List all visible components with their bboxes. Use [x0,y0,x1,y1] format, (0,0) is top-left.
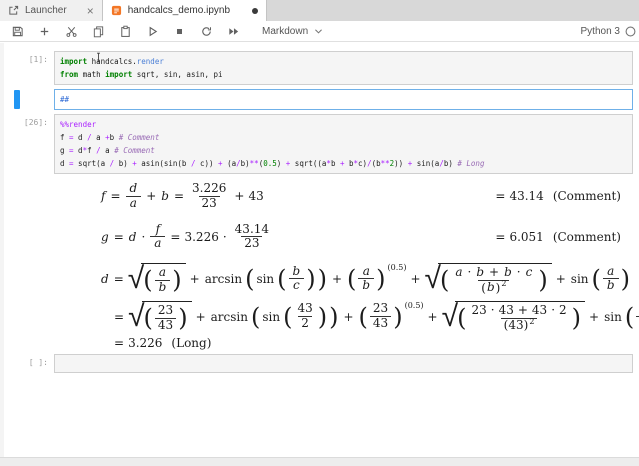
cell-prompt: [1]: [4,51,54,85]
cell-prompt: [ ]: [4,354,54,373]
kernel-name: Python 3 [581,26,620,37]
cut-cells-button[interactable] [61,22,82,40]
restart-kernel-button[interactable] [196,22,217,40]
kernel-indicator[interactable]: Python 3 [581,26,636,37]
math-line-d-numeric: =√(2343)+arcsin(sin(432))+(2343)(0.5)+√(… [54,301,633,333]
math-line-f: f=da+b=3.22623+43 =43.14(Comment) [54,182,633,211]
cell-prompt: [26]: [4,114,54,174]
code-editor[interactable]: import handcalcs.renderfrom math import … [54,51,633,85]
chevron-down-icon [314,28,323,35]
code-editor[interactable] [54,354,633,373]
latex-output: f=da+b=3.22623+43 =43.14(Comment) g=d·fa… [4,182,633,350]
code-cell-26: [26]: %%renderf = d / a +b # Commentg = … [4,114,633,174]
notebook-area: [1]: import handcalcs.renderfrom math im… [0,43,639,457]
jupyterlab-window: Launcher × handcalcs_demo.ipynb [0,0,639,466]
save-icon [11,25,24,38]
close-icon[interactable]: × [87,5,94,17]
notebook-toolbar: Markdown Python 3 [0,21,639,42]
kernel-status-icon [625,26,636,37]
launcher-icon [8,5,19,16]
math-line-d-symbolic: d=√(ab)+arcsin(sin(bc))+(ab)(0.5)+√(a·b+… [54,263,633,295]
stop-button[interactable] [169,22,190,40]
math-line-g: g=d·fa=3.226·43.1423 =6.051(Comment) [54,223,633,252]
tab-label: handcalcs_demo.ipynb [128,5,230,16]
unsaved-changes-dot [252,8,258,14]
copy-icon [92,25,105,38]
stop-icon [173,25,186,38]
markdown-editor[interactable]: ## [54,89,633,110]
scissors-icon [65,25,78,38]
add-cell-button[interactable] [34,22,55,40]
run-icon [146,25,159,38]
active-cell-collapser[interactable] [14,90,20,109]
paste-cells-button[interactable] [115,22,136,40]
math-line-d-result: =3.226(Long) [54,336,633,350]
markdown-cell-active: ## [4,89,633,110]
cell-prompt [4,89,54,110]
tab-bar: Launcher × handcalcs_demo.ipynb [0,0,639,21]
empty-code-cell: [ ]: [4,354,633,373]
tab-launcher[interactable]: Launcher × [0,0,103,21]
run-button[interactable] [142,22,163,40]
run-all-button[interactable] [223,22,244,40]
cell-type-dropdown[interactable]: Markdown [258,24,327,39]
tab-notebook[interactable]: handcalcs_demo.ipynb [103,0,267,21]
notebook-icon [111,5,122,16]
save-button[interactable] [7,22,28,40]
add-icon [38,25,51,38]
cell-type-value: Markdown [262,26,308,37]
tab-label: Launcher [25,5,67,16]
status-bar [0,457,639,466]
paste-icon [119,25,132,38]
mouse-ibeam-cursor [95,50,102,68]
fast-forward-icon [227,25,240,38]
copy-cells-button[interactable] [88,22,109,40]
restart-icon [200,25,213,38]
code-editor[interactable]: %%renderf = d / a +b # Commentg = d*f / … [54,114,633,174]
